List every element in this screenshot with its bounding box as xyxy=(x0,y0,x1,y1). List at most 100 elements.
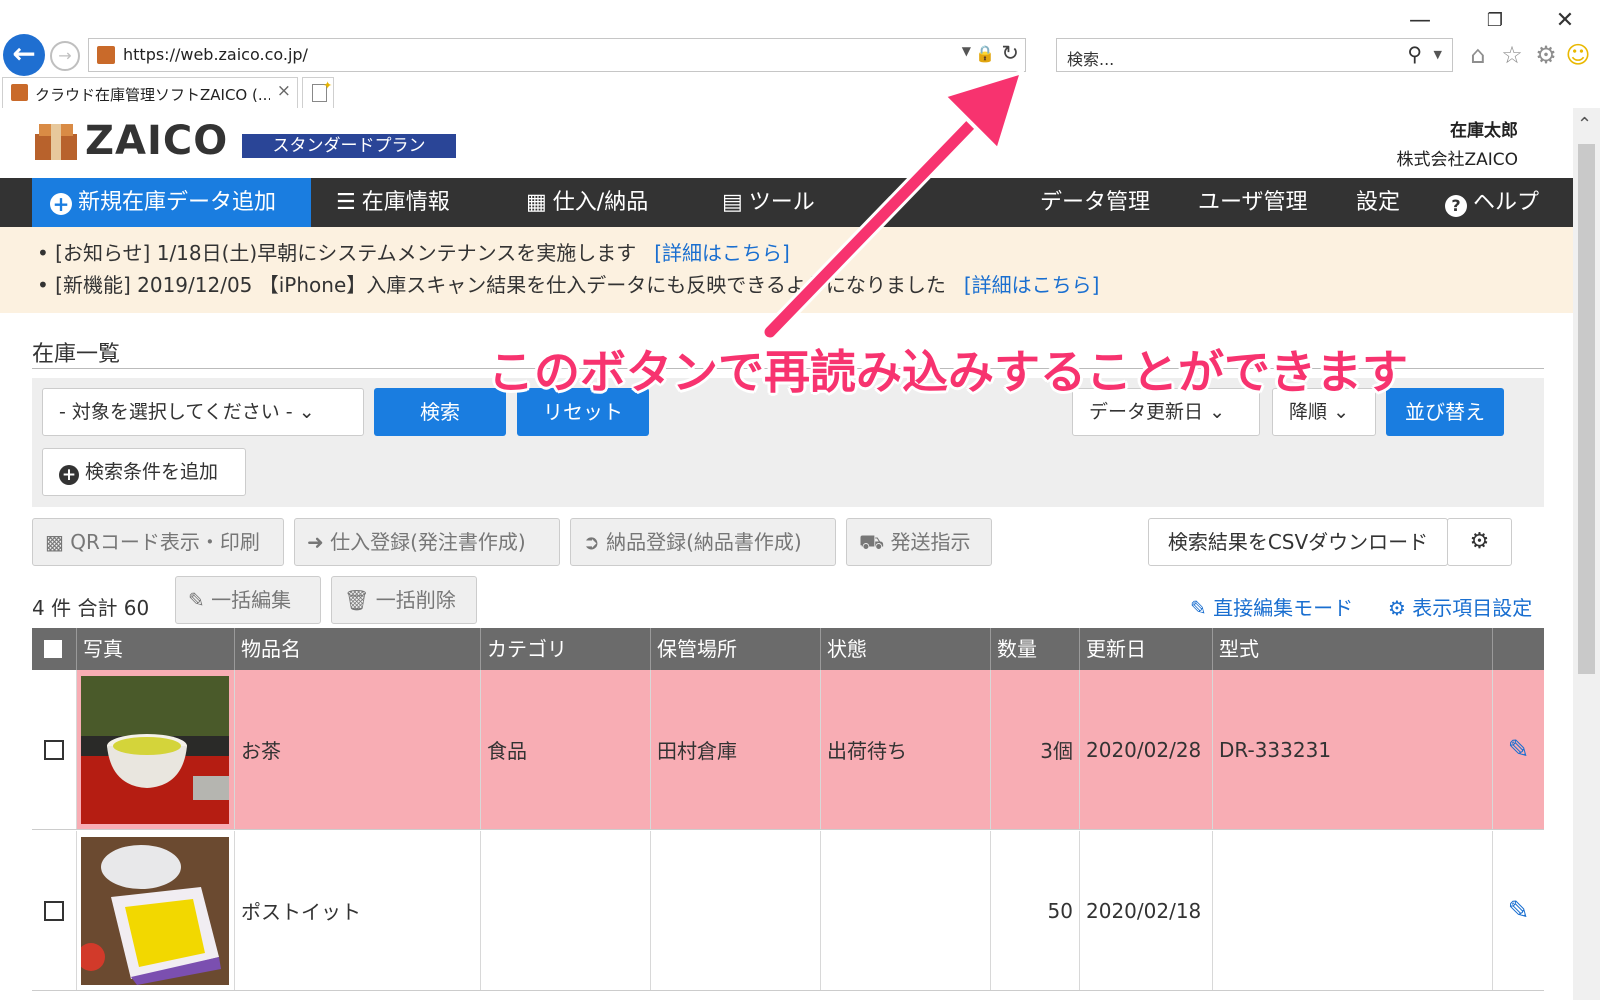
new-tab-button[interactable]: ✦ xyxy=(302,77,334,108)
shipping-button[interactable]: ⛟ 発送指示 xyxy=(846,518,992,566)
row-checkbox[interactable] xyxy=(32,670,77,829)
row-checkbox[interactable] xyxy=(32,831,77,990)
purchase-register-button[interactable]: ➜ 仕入登録(発注書作成) xyxy=(294,518,560,566)
chevron-down-icon: ⌄ xyxy=(1209,401,1225,423)
forward-arrow-icon[interactable]: → xyxy=(50,41,80,71)
direct-edit-mode-link[interactable]: ✎ 直接編集モード xyxy=(1190,592,1353,621)
status-cell xyxy=(821,831,991,990)
notice-text: [お知らせ] 1/18日(土)早朝にシステムメンテナンスを実施します xyxy=(55,241,637,265)
column-header-updated[interactable]: 更新日 xyxy=(1080,628,1213,670)
delivery-register-button[interactable]: ➲ 納品登録(納品書作成) xyxy=(570,518,836,566)
notice-item: • [お知らせ] 1/18日(土)早朝にシステムメンテナンスを実施します [詳細は… xyxy=(37,237,790,266)
table-row[interactable]: お茶 食品 田村倉庫 出荷待ち 3個 2020/02/28 DR-333231 … xyxy=(32,670,1544,830)
home-icon[interactable]: ⌂ xyxy=(1463,40,1493,70)
nav-settings[interactable]: 設定 xyxy=(1356,178,1400,227)
column-header-photo[interactable]: 写真 xyxy=(77,628,235,670)
select-all-checkbox[interactable] xyxy=(32,628,77,670)
refresh-icon[interactable]: ↻ xyxy=(1001,41,1019,65)
target-select-label: - 対象を選択してください - xyxy=(59,401,293,423)
column-header-model[interactable]: 型式 xyxy=(1213,628,1493,670)
notice-detail-link[interactable]: [詳細はこちら] xyxy=(654,241,790,265)
qr-code-icon: ▩ xyxy=(45,530,64,554)
bulk-delete-label: 一括削除 xyxy=(375,588,456,612)
purchase-register-label: 仕入登録(発注書作成) xyxy=(330,530,526,554)
sticky-note-photo[interactable] xyxy=(81,836,229,985)
address-url[interactable]: https://web.zaico.co.jp/ xyxy=(123,45,308,64)
nav-help[interactable]: ? ヘルプ xyxy=(1445,178,1539,227)
bulk-edit-button[interactable]: ✎ 一括編集 xyxy=(175,576,321,624)
column-header-status[interactable]: 状態 xyxy=(821,628,991,670)
nav-user-management[interactable]: ユーザ管理 xyxy=(1198,178,1308,227)
result-count: 4 件 合計 60 xyxy=(32,596,150,620)
logo-text[interactable]: ZAICO xyxy=(85,118,228,164)
smiley-icon[interactable]: ☺ xyxy=(1563,40,1593,70)
chevron-down-icon: ⌄ xyxy=(298,401,315,423)
search-icon[interactable]: ⚲ xyxy=(1407,42,1422,66)
quantity-cell: 3個 xyxy=(991,670,1080,829)
table-row[interactable]: ポストイット 50 2020/02/18 ✎ xyxy=(32,831,1544,991)
column-header-name[interactable]: 物品名 xyxy=(235,628,481,670)
nav-data-management[interactable]: データ管理 xyxy=(1040,178,1150,227)
pencil-icon[interactable]: ✎ xyxy=(1508,896,1530,926)
browser-search-input[interactable]: 検索... ⚲ ▼ xyxy=(1056,38,1453,72)
nav-add-inventory[interactable]: + 新規在庫データ追加 xyxy=(32,178,311,227)
bullet-icon: • xyxy=(37,273,56,297)
search-button[interactable]: 検索 xyxy=(374,388,506,436)
nav-purchase[interactable]: ▦ 仕入/納品 xyxy=(526,178,648,227)
sort-order-label: 降順 xyxy=(1289,401,1328,423)
notice-box: • [お知らせ] 1/18日(土)早朝にシステムメンテナンスを実施します [詳細は… xyxy=(0,227,1573,313)
plus-circle-icon: + xyxy=(50,193,72,215)
column-header-location[interactable]: 保管場所 xyxy=(651,628,821,670)
lock-icon[interactable]: 🔒 xyxy=(975,44,995,63)
column-header-category[interactable]: カテゴリ xyxy=(481,628,651,670)
address-bar[interactable]: https://web.zaico.co.jp/ ▼ 🔒 ↻ xyxy=(88,38,1026,72)
column-header-quantity[interactable]: 数量 xyxy=(991,628,1080,670)
sign-in-icon: ➜ xyxy=(307,530,324,554)
search-dropdown-icon[interactable]: ▼ xyxy=(1434,48,1442,61)
item-name-cell[interactable]: ポストイット xyxy=(235,831,481,990)
direct-edit-label: 直接編集モード xyxy=(1213,596,1354,620)
trash-icon: 🗑 xyxy=(344,588,370,612)
favorites-star-icon[interactable]: ☆ xyxy=(1497,40,1527,70)
new-tab-spark-icon: ✦ xyxy=(323,79,333,92)
location-cell xyxy=(651,831,821,990)
item-name-cell[interactable]: お茶 xyxy=(235,670,481,829)
tab-title[interactable]: クラウド在庫管理ソフトZAICO (... xyxy=(35,84,270,105)
zaico-logo-box-icon[interactable] xyxy=(35,124,77,160)
scroll-thumb[interactable] xyxy=(1578,144,1595,674)
toolbox-icon: ▤ xyxy=(722,190,743,215)
close-icon[interactable]: ✕ xyxy=(1550,8,1580,34)
add-condition-button[interactable]: + 検索条件を追加 xyxy=(42,448,246,496)
back-arrow-icon[interactable]: ← xyxy=(3,34,45,76)
browser-tab[interactable]: クラウド在庫管理ソフトZAICO (... × xyxy=(2,77,298,108)
vertical-scrollbar[interactable]: ⌃ xyxy=(1573,108,1600,1000)
qr-code-button[interactable]: ▩ QRコード表示・印刷 xyxy=(32,518,284,566)
nav-tools[interactable]: ▤ ツール xyxy=(722,178,815,227)
display-settings-label: 表示項目設定 xyxy=(1412,596,1533,620)
minimize-icon[interactable]: — xyxy=(1405,8,1435,34)
tab-close-icon[interactable]: × xyxy=(277,81,291,101)
nav-inventory[interactable]: ☰ 在庫情報 xyxy=(336,178,450,227)
target-select[interactable]: - 対象を選択してください - ⌄ xyxy=(42,388,364,436)
scroll-up-arrow-icon[interactable]: ⌃ xyxy=(1577,114,1592,135)
pencil-icon[interactable]: ✎ xyxy=(1508,735,1530,765)
nav-help-label: ヘルプ xyxy=(1473,190,1540,215)
display-settings-link[interactable]: ⚙ 表示項目設定 xyxy=(1388,592,1532,621)
restore-icon[interactable]: ❐ xyxy=(1480,8,1510,34)
csv-settings-button[interactable]: ⚙ xyxy=(1447,518,1512,566)
notice-detail-link[interactable]: [詳細はこちら] xyxy=(964,273,1100,297)
table-header: 写真 物品名 カテゴリ 保管場所 状態 数量 更新日 型式 xyxy=(32,628,1544,670)
bulk-edit-label: 一括編集 xyxy=(211,588,292,612)
tea-photo[interactable] xyxy=(81,675,229,824)
edit-row-cell: ✎ xyxy=(1493,831,1544,990)
nav-purchase-label: 仕入/納品 xyxy=(552,190,649,215)
address-dropdown-icon[interactable]: ▼ xyxy=(962,44,971,58)
bulk-delete-button[interactable]: 🗑 一括削除 xyxy=(331,576,477,624)
gear-icon: ⚙ xyxy=(1469,529,1490,554)
photo-cell xyxy=(77,670,235,829)
csv-download-button[interactable]: 検索結果をCSVダウンロード xyxy=(1148,518,1448,566)
shipping-label: 発送指示 xyxy=(890,530,971,554)
user-name[interactable]: 在庫太郎 xyxy=(1450,116,1518,141)
gear-icon[interactable]: ⚙ xyxy=(1531,40,1561,70)
truck-icon: ⛟ xyxy=(859,530,885,554)
